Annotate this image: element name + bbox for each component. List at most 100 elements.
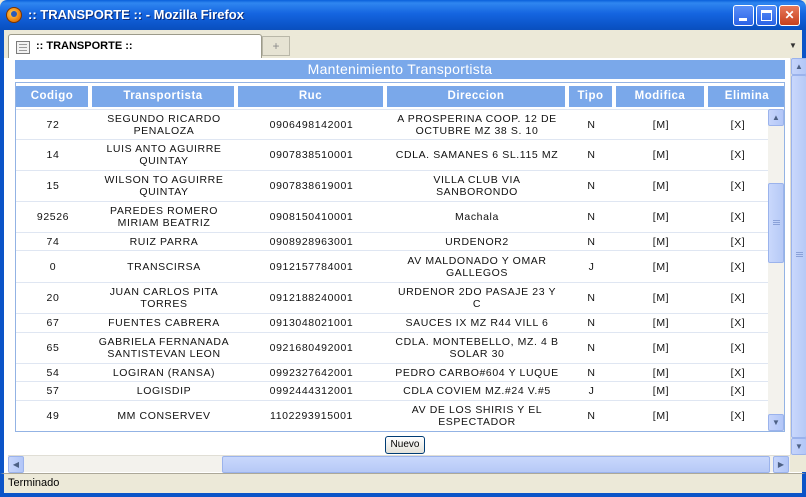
grip-line xyxy=(773,220,780,221)
delete-link[interactable]: [X] xyxy=(708,233,768,250)
scroll-down-button[interactable]: ▼ xyxy=(768,414,784,431)
modify-link[interactable]: [M] xyxy=(616,283,706,313)
page-scroll-left-button[interactable]: ◀ xyxy=(8,456,24,473)
cell-transportista: TRANSCIRSA xyxy=(127,260,201,273)
delete-link[interactable]: [X] xyxy=(708,333,768,363)
window-titlebar[interactable]: :: TRANSPORTE :: - Mozilla Firefox ✕ xyxy=(0,0,806,30)
cell-codigo: 67 xyxy=(46,317,60,329)
cell-transportista: SEGUNDO RICARDO PENALOZA xyxy=(107,112,221,137)
cell-ruc: 0912157784001 xyxy=(269,260,354,273)
modify-link[interactable]: [M] xyxy=(616,333,706,363)
scroll-up-button[interactable]: ▲ xyxy=(768,109,784,126)
minimize-icon xyxy=(739,18,747,21)
maximize-button[interactable] xyxy=(756,5,777,26)
table-row: 67 FUENTES CABRERA 0913048021001 SAUCES IX … xyxy=(16,313,768,332)
cell-codigo: 72 xyxy=(46,118,60,131)
tab-list-button[interactable]: ▼ xyxy=(786,38,800,54)
cell-transportista: WILSON TO AGUIRRE QUINTAY xyxy=(104,174,224,198)
modify-link[interactable]: [M] xyxy=(616,202,706,232)
cell-tipo: N xyxy=(587,366,596,379)
cell-tipo: N xyxy=(587,118,596,131)
cell-ruc: 0908150410001 xyxy=(269,211,354,223)
cell-ruc: 0908928963001 xyxy=(269,235,354,248)
delete-link[interactable]: [X] xyxy=(708,314,768,332)
table-scrollbar[interactable]: ▲ ▼ xyxy=(768,109,784,431)
cell-codigo: 49 xyxy=(46,410,60,422)
cell-direccion: Machala xyxy=(455,211,499,223)
delete-link[interactable]: [X] xyxy=(708,110,768,139)
cell-tipo: N xyxy=(587,235,596,248)
cell-tipo: J xyxy=(588,385,595,397)
tab-transporte[interactable]: :: TRANSPORTE :: xyxy=(8,34,262,58)
cell-codigo: 54 xyxy=(46,366,60,379)
modify-link[interactable]: [M] xyxy=(616,110,706,139)
chevron-right-icon: ▶ xyxy=(777,460,785,469)
cell-codigo: 92526 xyxy=(36,211,70,223)
column-header-ruc: Ruc xyxy=(238,86,385,107)
cell-transportista: JUAN CARLOS PITA TORRES xyxy=(109,286,219,310)
maximize-icon xyxy=(761,10,772,21)
delete-link[interactable]: [X] xyxy=(708,401,768,431)
cell-direccion: URDENOR 2DO PASAJE 23 Y C xyxy=(397,286,557,310)
cell-transportista: MM CONSERVEV xyxy=(117,410,211,422)
table-row: 57 LOGISDIP 0992444312001 CDLA COVIEM MZ.#2… xyxy=(16,381,768,400)
close-icon: ✕ xyxy=(784,8,795,22)
cell-ruc: 0906498142001 xyxy=(269,118,354,131)
window-title: :: TRANSPORTE :: - Mozilla Firefox xyxy=(28,7,244,22)
delete-link[interactable]: [X] xyxy=(708,171,768,201)
chevron-down-icon: ▼ xyxy=(789,41,797,50)
cell-tipo: N xyxy=(587,317,596,329)
page-horizontal-scrollbar[interactable]: ◀ ▶ xyxy=(8,455,790,473)
minimize-button[interactable] xyxy=(733,5,754,26)
page-hscroll-thumb[interactable] xyxy=(222,456,770,473)
modify-link[interactable]: [M] xyxy=(616,382,706,400)
chevron-down-icon: ▼ xyxy=(795,442,803,451)
firefox-icon xyxy=(6,7,22,23)
modify-link[interactable]: [M] xyxy=(616,171,706,201)
cell-tipo: N xyxy=(587,292,596,304)
delete-link[interactable]: [X] xyxy=(708,251,768,282)
tab-bar: :: TRANSPORTE :: + ▼ xyxy=(0,30,806,58)
table-row: 14 LUIS ANTO AGUIRRE QUINTAY 0907838510001… xyxy=(16,139,768,170)
new-tab-button[interactable]: + xyxy=(262,36,290,56)
cell-tipo: N xyxy=(587,180,596,192)
cell-direccion: AV DE LOS SHIRIS Y EL ESPECTADOR xyxy=(411,404,543,428)
cell-direccion: URDENOR2 xyxy=(445,235,509,248)
close-button[interactable]: ✕ xyxy=(779,5,800,26)
table-row: 54 LOGIRAN (RANSA) 0992327642001 PEDRO CARB… xyxy=(16,363,768,381)
cell-codigo: 74 xyxy=(46,235,60,248)
cell-ruc: 0907838619001 xyxy=(269,180,354,192)
delete-link[interactable]: [X] xyxy=(708,283,768,313)
cell-direccion: A PROSPERINA COOP. 12 DE OCTUBRE MZ 38 S… xyxy=(397,112,557,137)
cell-ruc: 0921680492001 xyxy=(269,342,354,354)
cell-codigo: 0 xyxy=(49,260,57,273)
cell-ruc: 0907838510001 xyxy=(269,149,354,161)
page-scroll-up-button[interactable]: ▲ xyxy=(791,58,806,75)
page-scroll-down-button[interactable]: ▼ xyxy=(791,438,806,455)
modify-link[interactable]: [M] xyxy=(616,233,706,250)
page-scroll-right-button[interactable]: ▶ xyxy=(773,456,789,473)
modify-link[interactable]: [M] xyxy=(616,140,706,170)
page-vertical-scrollbar[interactable]: ▲ ▼ xyxy=(790,58,806,455)
modify-link[interactable]: [M] xyxy=(616,251,706,282)
delete-link[interactable]: [X] xyxy=(708,202,768,232)
cell-direccion: CDLA. MONTEBELLO, MZ. 4 B SOLAR 30 xyxy=(395,336,559,360)
table-row: 49 MM CONSERVEV 1102293915001 AV DE LOS SHI… xyxy=(16,400,768,431)
delete-link[interactable]: [X] xyxy=(708,382,768,400)
nuevo-button[interactable]: Nuevo xyxy=(385,436,425,454)
table-row: 72 SEGUNDO RICARDO PENALOZA 0906498142001 A… xyxy=(16,109,768,139)
grip-line xyxy=(796,252,803,253)
cell-ruc: 1102293915001 xyxy=(270,410,353,422)
delete-link[interactable]: [X] xyxy=(708,364,768,381)
page-scroll-thumb[interactable] xyxy=(791,75,806,438)
cell-direccion: VILLA CLUB VIA SANBORONDO xyxy=(433,174,521,198)
modify-link[interactable]: [M] xyxy=(616,364,706,381)
modify-link[interactable]: [M] xyxy=(616,401,706,431)
table-scroll-thumb[interactable] xyxy=(768,183,784,263)
page-document: Mantenimiento Transportista Codigo Trans… xyxy=(8,58,790,455)
column-header-transportista: Transportista xyxy=(92,86,236,107)
modify-link[interactable]: [M] xyxy=(616,314,706,332)
column-header-modifica: Modifica xyxy=(616,86,706,107)
delete-link[interactable]: [X] xyxy=(708,140,768,170)
page-title: Mantenimiento Transportista xyxy=(15,60,785,79)
